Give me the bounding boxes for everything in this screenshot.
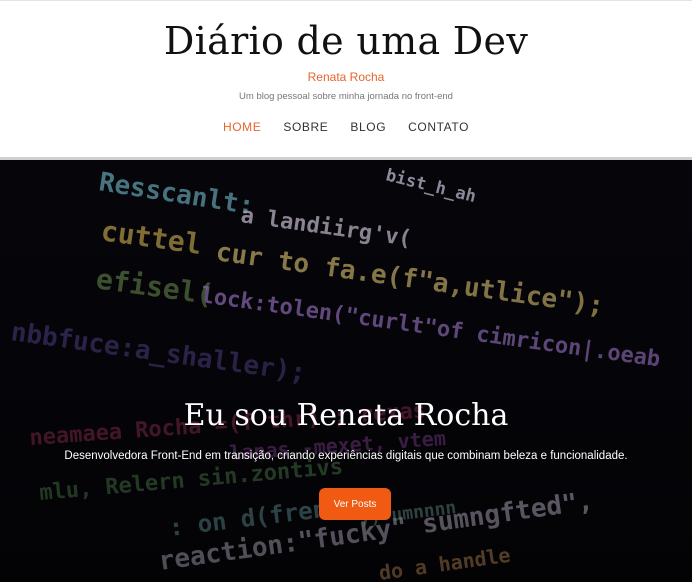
nav-home[interactable]: HOME xyxy=(212,120,272,134)
site-tagline: Um blog pessoal sobre minha jornada no f… xyxy=(239,91,453,102)
nav-contato[interactable]: CONTATO xyxy=(397,120,480,134)
site-author: Renata Rocha xyxy=(307,70,385,84)
hero-title: Eu sou Renata Rocha xyxy=(183,398,509,433)
nav-blog[interactable]: BLOG xyxy=(339,120,397,134)
nav-sobre[interactable]: SOBRE xyxy=(272,120,339,134)
site-header: Diário de uma Dev Renata Rocha Um blog p… xyxy=(0,0,692,157)
view-posts-button[interactable]: Ver Posts xyxy=(319,488,391,520)
hero-section: bist_h_ah Resscanlt: a landiirg'v( cutte… xyxy=(0,160,692,582)
site-title: Diário de uma Dev xyxy=(163,19,529,63)
main-nav: HOME SOBRE BLOG CONTATO xyxy=(0,120,692,134)
hero-subtitle: Desenvolvedora Front-End em transição, c… xyxy=(64,450,628,462)
